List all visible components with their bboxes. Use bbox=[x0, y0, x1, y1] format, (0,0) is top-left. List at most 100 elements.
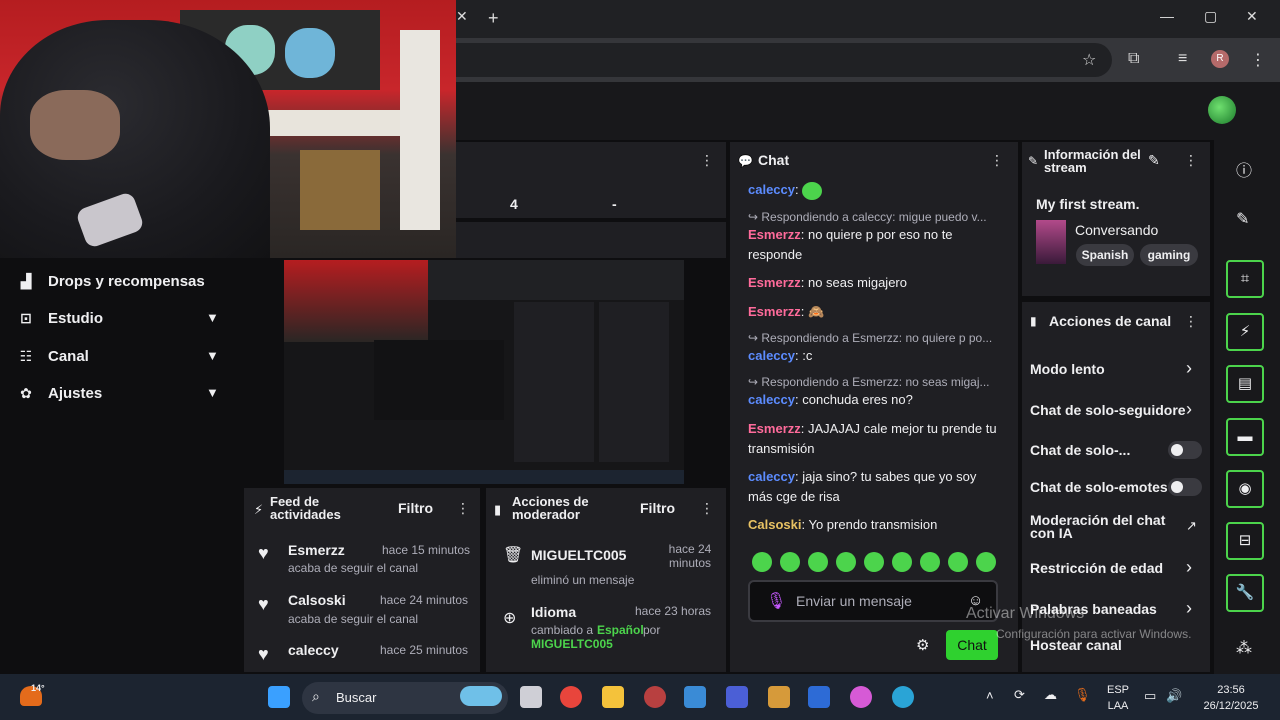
mod-user[interactable]: Idioma bbox=[531, 604, 576, 620]
pencil-icon[interactable]: ✎ bbox=[1236, 209, 1249, 229]
channel-actions-title: Acciones de canal bbox=[1049, 313, 1172, 329]
app-icon[interactable] bbox=[644, 686, 666, 708]
stats-menu-icon[interactable]: ⋮ bbox=[700, 152, 714, 169]
chat-message: caleccy: jaja sino? tu sabes que yo soy … bbox=[748, 469, 977, 504]
external-link-icon[interactable]: ↗ bbox=[1186, 518, 1197, 534]
clip-button[interactable]: ⌗ bbox=[1226, 260, 1264, 298]
chat-send-button[interactable]: Chat bbox=[946, 630, 998, 660]
sidebar-item-drops[interactable]: ▟ Drops y recompensas bbox=[18, 270, 205, 292]
stream-tag[interactable]: Spanish bbox=[1076, 244, 1134, 266]
chat-message: caleccy: :c bbox=[748, 348, 813, 363]
chrome-icon[interactable] bbox=[560, 686, 582, 708]
feed-user[interactable]: caleccy bbox=[288, 642, 339, 658]
stream-info-menu-icon[interactable]: ⋮ bbox=[1184, 152, 1198, 169]
edit-icon[interactable]: ✎ bbox=[1148, 152, 1160, 169]
app-icon[interactable] bbox=[726, 686, 748, 708]
action-age-restriction[interactable]: Restricción de edad bbox=[1030, 561, 1163, 575]
subs-only-toggle[interactable] bbox=[1168, 441, 1202, 459]
cloud-icon[interactable]: ☁ bbox=[1044, 687, 1057, 703]
profile-avatar[interactable]: R bbox=[1211, 50, 1229, 68]
sync-icon[interactable]: ⟳ bbox=[1014, 687, 1025, 703]
browser-menu-icon[interactable]: ⋮ bbox=[1250, 50, 1266, 70]
emote-picker-row[interactable] bbox=[752, 552, 996, 572]
edge-icon[interactable] bbox=[892, 686, 914, 708]
chat-menu-icon[interactable]: ⋮ bbox=[990, 152, 1004, 169]
emotes-only-toggle[interactable] bbox=[1168, 478, 1202, 496]
copilot-icon[interactable] bbox=[850, 686, 872, 708]
follow-heart-icon: ♥ bbox=[258, 594, 269, 614]
network-icon[interactable]: ▭ bbox=[1144, 688, 1156, 704]
feed-icon: ⚡ bbox=[254, 502, 264, 517]
mic-tray-icon[interactable]: 🎙 bbox=[1074, 687, 1091, 703]
trash-icon: 🗑 bbox=[503, 547, 524, 564]
chat-reply-context: ↪ Respondiendo a caleccy: migue puedo v.… bbox=[748, 210, 987, 224]
action-followers-only[interactable]: Chat de solo-seguidore bbox=[1030, 403, 1186, 417]
app-icon[interactable] bbox=[768, 686, 790, 708]
extensions-icon[interactable]: ⧉ bbox=[1128, 50, 1139, 68]
notes-icon: ▤ bbox=[1237, 375, 1253, 392]
feed-user[interactable]: Calsoski bbox=[288, 592, 346, 608]
file-explorer-icon[interactable] bbox=[602, 686, 624, 708]
channel-actions-icon: ▮ bbox=[1030, 314, 1037, 328]
action-subs-only[interactable]: Chat de solo-... bbox=[1030, 443, 1130, 457]
mod-filter-button[interactable]: Filtro bbox=[640, 500, 675, 516]
stats-panel bbox=[456, 142, 726, 218]
maximize-button[interactable]: ▢ bbox=[1204, 8, 1217, 25]
microphone-icon[interactable]: 🎙 bbox=[766, 591, 786, 611]
chat-reply-context: ↪ Respondiendo a Esmerzz: no quiere p po… bbox=[748, 331, 993, 345]
clock-time[interactable]: 23:56 bbox=[1196, 684, 1266, 696]
clock-date[interactable]: 26/12/2025 bbox=[1196, 700, 1266, 712]
add-quick-action-icon[interactable]: ⁂ bbox=[1236, 638, 1252, 658]
channel-actions-menu-icon[interactable]: ⋮ bbox=[1184, 313, 1198, 330]
notes-button[interactable]: ▤ bbox=[1226, 365, 1264, 403]
mod-user[interactable]: MIGUELTC005 bbox=[531, 547, 626, 563]
user-avatar[interactable] bbox=[1208, 96, 1236, 124]
store-icon[interactable] bbox=[684, 686, 706, 708]
chevron-right-icon[interactable]: › bbox=[1186, 399, 1192, 420]
stats-subpanel bbox=[456, 222, 726, 258]
feed-menu-icon[interactable]: ⋮ bbox=[456, 500, 470, 517]
mod-menu-icon[interactable]: ⋮ bbox=[700, 500, 714, 517]
info-icon[interactable]: ⓘ bbox=[1236, 157, 1252, 181]
ad-button[interactable]: ⚡ bbox=[1226, 313, 1264, 351]
follow-heart-icon: ♥ bbox=[258, 543, 269, 563]
chat-rail-button[interactable]: ▬ bbox=[1226, 418, 1264, 456]
minimize-button[interactable]: — bbox=[1160, 8, 1174, 24]
lang-primary[interactable]: ESP bbox=[1104, 684, 1132, 696]
raid-button[interactable]: ⊟ bbox=[1226, 522, 1264, 560]
chevron-down-icon[interactable]: ▼ bbox=[206, 348, 219, 363]
tools-button[interactable]: 🔧 bbox=[1226, 574, 1264, 612]
close-window-button[interactable]: ✕ bbox=[1246, 8, 1258, 25]
feed-filter-button[interactable]: Filtro bbox=[398, 500, 433, 516]
sidebar-item-settings[interactable]: ✿ Ajustes bbox=[18, 382, 102, 404]
chat-settings-icon[interactable]: ⚙ bbox=[916, 636, 929, 654]
volume-icon[interactable]: 🔊 bbox=[1166, 688, 1182, 704]
start-icon[interactable] bbox=[268, 686, 290, 708]
lang-secondary[interactable]: LAA bbox=[1104, 700, 1132, 712]
new-tab-button[interactable]: + bbox=[488, 8, 499, 29]
stream-info-title: Información del stream bbox=[1044, 147, 1141, 175]
close-tab-icon[interactable]: ✕ bbox=[456, 8, 472, 28]
chevron-right-icon[interactable]: › bbox=[1186, 557, 1192, 578]
action-slow-mode[interactable]: Modo lento bbox=[1030, 362, 1105, 376]
media-control-icon[interactable]: ≡ bbox=[1178, 50, 1187, 68]
task-view-icon[interactable] bbox=[520, 686, 542, 708]
feed-user[interactable]: Esmerzz bbox=[288, 542, 345, 558]
bookmark-star-icon[interactable]: ☆ bbox=[1082, 50, 1096, 70]
globe-icon: ⊕ bbox=[503, 610, 517, 627]
chevron-down-icon[interactable]: ▼ bbox=[206, 385, 219, 400]
stream-tag[interactable]: gaming bbox=[1140, 244, 1198, 266]
stream-category[interactable]: Conversando bbox=[1075, 222, 1158, 238]
chevron-right-icon[interactable]: › bbox=[1186, 598, 1192, 619]
chevron-down-icon[interactable]: ▼ bbox=[206, 310, 219, 325]
mod-desc-mid: por bbox=[643, 623, 661, 637]
feed-time: hace 15 minutos bbox=[382, 543, 471, 557]
chevron-right-icon[interactable]: › bbox=[1186, 358, 1192, 379]
action-ai-moderation[interactable]: Moderación del chat con IA bbox=[1030, 513, 1170, 540]
sidebar-item-channel[interactable]: ☷ Canal bbox=[18, 345, 89, 367]
broadcast-button[interactable]: ◉ bbox=[1226, 470, 1264, 508]
action-emotes-only[interactable]: Chat de solo-emotes bbox=[1030, 480, 1168, 494]
word-icon[interactable] bbox=[808, 686, 830, 708]
sidebar-item-studio[interactable]: ⊡ Estudio bbox=[18, 307, 103, 329]
tray-chevron-icon[interactable]: ˄ bbox=[986, 688, 994, 703]
